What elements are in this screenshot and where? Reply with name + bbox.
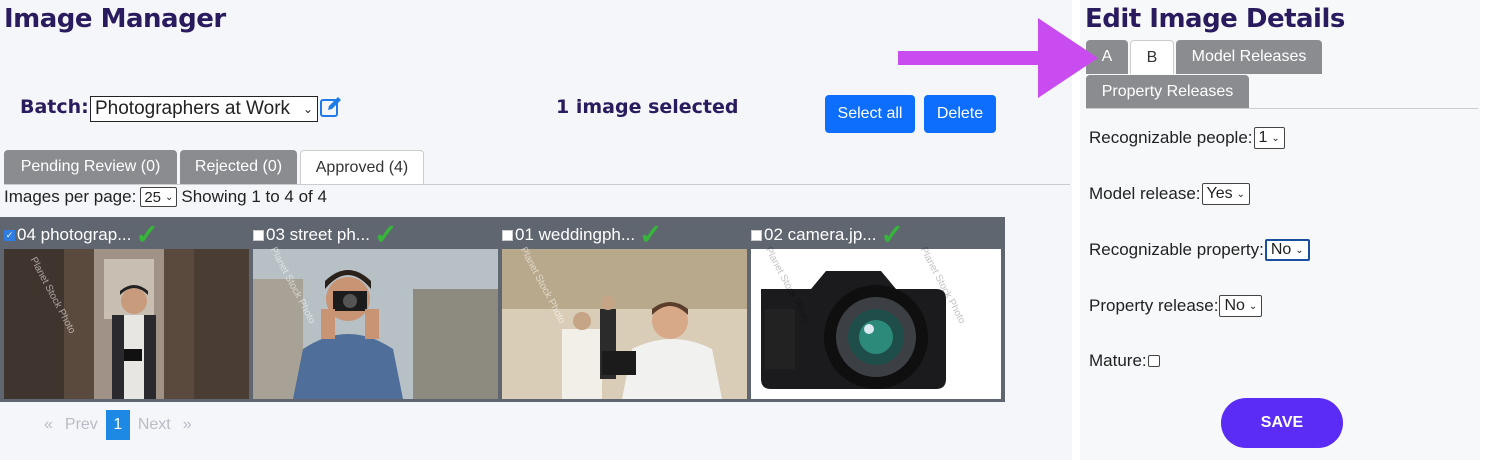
batch-label: Batch: xyxy=(20,96,89,118)
image-filename: 01 weddingph... xyxy=(515,225,636,244)
approved-check-icon: ✓ xyxy=(639,219,663,250)
model-release-field: Model release: Yes ⌄ xyxy=(1089,183,1251,205)
tab-model-releases[interactable]: Model Releases xyxy=(1176,40,1322,74)
image-filename: 02 camera.jp... xyxy=(764,225,877,244)
edit-icon[interactable] xyxy=(320,96,342,118)
image-filename: 03 street ph... xyxy=(266,225,370,244)
first-page-link[interactable]: « xyxy=(44,416,53,434)
recognizable-people-field: Recognizable people: 1 ⌄ xyxy=(1089,127,1285,149)
recognizable-people-value: 1 xyxy=(1258,129,1268,146)
image-card-header: 02 camera.jp... ✓ xyxy=(751,221,1001,249)
model-release-label: Model release: xyxy=(1089,184,1201,203)
image-card[interactable]: 01 weddingph... ✓ xyxy=(498,217,756,402)
prev-page-link[interactable]: Prev xyxy=(65,416,98,434)
tab-rejected[interactable]: Rejected (0) xyxy=(180,150,297,184)
batch-select-value: Photographers at Work xyxy=(95,98,291,119)
image-filename: 04 photograp... xyxy=(17,225,132,244)
image-card-header: 03 street ph... ✓ xyxy=(253,221,503,249)
image-checkbox[interactable] xyxy=(253,229,264,241)
tab-pending-review[interactable]: Pending Review (0) xyxy=(4,150,177,184)
save-button[interactable]: SAVE xyxy=(1221,398,1343,448)
last-page-link[interactable]: » xyxy=(183,416,192,434)
property-release-select[interactable]: No ⌄ xyxy=(1219,295,1263,317)
per-page-row: Images per page: 25 ⌄ Showing 1 to 4 of … xyxy=(4,187,327,207)
recognizable-people-select[interactable]: 1 ⌄ xyxy=(1253,127,1285,149)
page-title: Image Manager xyxy=(4,4,226,34)
chevron-down-icon: ⌄ xyxy=(1271,132,1280,144)
mature-field: Mature: xyxy=(1089,351,1160,371)
next-page-link[interactable]: Next xyxy=(138,416,171,434)
tab-approved[interactable]: Approved (4) xyxy=(300,150,424,184)
recognizable-property-field: Recognizable property: No ⌄ xyxy=(1089,239,1310,261)
image-card-header: 01 weddingph... ✓ xyxy=(502,221,752,249)
per-page-value: 25 xyxy=(144,188,161,206)
image-checkbox[interactable]: ✓ xyxy=(4,229,15,241)
image-checkbox[interactable] xyxy=(751,229,762,241)
image-card-header: ✓ 04 photograp... ✓ xyxy=(4,221,254,249)
chevron-down-icon: ⌄ xyxy=(165,191,174,203)
property-release-value: No xyxy=(1224,297,1245,314)
image-thumbnail[interactable] xyxy=(751,249,1001,399)
approved-check-icon: ✓ xyxy=(135,219,159,250)
recognizable-property-label: Recognizable property: xyxy=(1089,240,1264,259)
approved-check-icon: ✓ xyxy=(373,219,398,250)
recognizable-property-select[interactable]: No ⌄ xyxy=(1264,239,1310,261)
batch-select[interactable]: Photographers at Work ⌄ xyxy=(90,96,318,122)
property-release-label: Property release: xyxy=(1089,296,1219,315)
mature-checkbox[interactable] xyxy=(1147,355,1160,367)
tab-property-releases[interactable]: Property Releases xyxy=(1086,75,1249,109)
pagination: « Prev 1 Next » xyxy=(44,410,192,440)
edit-details-title: Edit Image Details xyxy=(1085,4,1345,34)
per-page-select[interactable]: 25 ⌄ xyxy=(140,187,178,207)
tab-b[interactable]: B xyxy=(1130,40,1174,74)
select-all-button[interactable]: Select all xyxy=(825,95,915,133)
mature-label: Mature: xyxy=(1089,351,1147,370)
image-card[interactable]: 02 camera.jp... ✓ xyxy=(747,217,1005,402)
model-release-value: Yes xyxy=(1206,185,1233,202)
recognizable-property-value: No xyxy=(1270,241,1292,258)
chevron-down-icon: ⌄ xyxy=(1295,244,1304,256)
chevron-down-icon: ⌄ xyxy=(302,102,313,116)
image-card[interactable]: ✓ 04 photograp... ✓ xyxy=(0,217,258,402)
showing-count: Showing 1 to 4 of 4 xyxy=(181,187,327,206)
image-checkbox[interactable] xyxy=(502,229,513,241)
image-card[interactable]: 03 street ph... ✓ xyxy=(249,217,507,402)
selection-status: 1 image selected xyxy=(556,96,739,118)
chevron-down-icon: ⌄ xyxy=(1236,188,1246,200)
recognizable-people-label: Recognizable people: xyxy=(1089,128,1253,147)
tabs-divider xyxy=(4,184,1070,185)
per-page-label: Images per page: xyxy=(4,187,137,206)
property-release-field: Property release: No ⌄ xyxy=(1089,295,1263,317)
annotation-arrow-icon xyxy=(898,18,1098,98)
current-page[interactable]: 1 xyxy=(105,410,130,440)
model-release-select[interactable]: Yes ⌄ xyxy=(1201,183,1251,205)
right-tabs-divider xyxy=(1086,108,1478,109)
approved-check-icon: ✓ xyxy=(880,219,904,250)
delete-button[interactable]: Delete xyxy=(924,95,996,133)
chevron-down-icon: ⌄ xyxy=(1248,300,1258,312)
